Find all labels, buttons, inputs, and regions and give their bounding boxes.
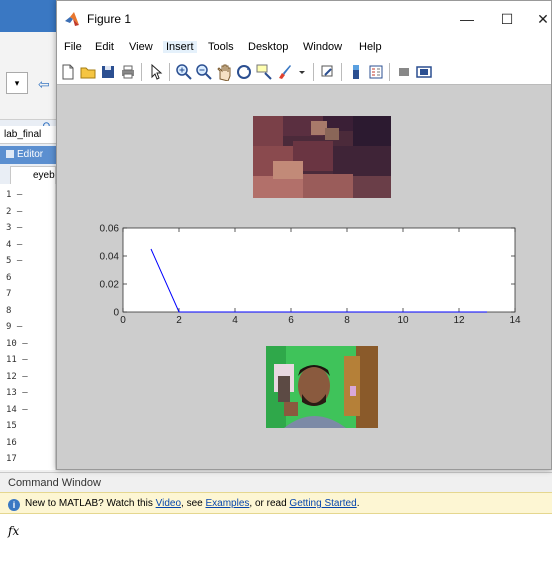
editor-line-number: 12 – (6, 371, 28, 382)
pan-hand-icon[interactable] (215, 63, 233, 81)
show-plot-tools-icon[interactable] (415, 63, 433, 81)
editor-line-gutter: 1 – 2 – 3 – 4 – 5 – 6 7 8 9 – 10 – 11 – 12 – 13 – 14 … (0, 184, 56, 470)
y-tick-label: 0.06 (100, 224, 120, 235)
brush-dropdown-icon[interactable] (293, 63, 311, 81)
toolbar-separator (169, 63, 170, 81)
webcam-image-subplot (266, 346, 378, 428)
editor-line-number: 16 (6, 437, 17, 448)
x-tick-label: 4 (232, 315, 238, 326)
y-tick-label: 0 (113, 308, 119, 319)
menu-help[interactable]: Help (359, 41, 382, 53)
editor-line-number: 7 (6, 289, 12, 299)
menu-edit[interactable]: Edit (95, 41, 114, 53)
open-file-icon[interactable] (79, 63, 97, 81)
data-cursor-icon[interactable] (255, 63, 273, 81)
toolbar-separator (313, 63, 314, 81)
figure-canvas: 0 2 4 6 8 10 12 14 0 0.02 0.04 0.06 (57, 86, 551, 469)
editor-line-number: 2 – (6, 206, 23, 217)
editor-icon (6, 150, 14, 158)
x-tick-label: 8 (344, 315, 350, 326)
menu-file[interactable]: File (64, 41, 82, 53)
toolbar-separator (141, 63, 142, 81)
maximize-button[interactable]: ☐ (495, 7, 519, 31)
fx-prompt-icon[interactable]: fx (8, 524, 19, 538)
editor-file-tab[interactable]: eyeb (10, 166, 56, 184)
editor-line-number: 17 (6, 454, 17, 464)
editor-line-number: 15 (6, 421, 17, 431)
figure-menu-bar: File Edit View Insert Tools Desktop Wind… (57, 37, 551, 59)
menu-tools[interactable]: Tools (208, 41, 234, 53)
banner-text-suffix: . (356, 498, 360, 509)
x-tick-label: 2 (176, 315, 182, 326)
figure-window: Figure 1 — ☐ ✕ File Edit View Insert Too… (56, 0, 552, 470)
getting-started-link[interactable]: Getting Started (289, 498, 356, 509)
command-window-input-area[interactable]: fx (0, 514, 552, 576)
back-arrow-icon[interactable]: ⇦ (38, 76, 50, 93)
line-plot: 0 2 4 6 8 10 12 14 0 0.02 0.04 0.06 (100, 224, 521, 327)
command-window-title: Command Window (0, 472, 552, 492)
toolstrip-dropdown[interactable]: ▾ (6, 72, 28, 94)
x-tick-label: 14 (509, 315, 521, 326)
x-tick-label: 0 (120, 315, 126, 326)
minimize-button[interactable]: — (455, 7, 479, 31)
y-tick-label: 0.04 (100, 252, 120, 263)
info-icon: i (8, 499, 20, 511)
hide-plot-tools-icon[interactable] (395, 63, 413, 81)
close-button[interactable]: ✕ (531, 7, 552, 31)
editor-line-number: 11 – (6, 355, 28, 365)
figure-toolbar (57, 59, 551, 85)
save-icon[interactable] (99, 63, 117, 81)
editor-line-number: 1 – (6, 190, 23, 200)
matlab-toolstrip: ▾ ⇦ ⚲ (0, 32, 56, 134)
print-icon[interactable] (119, 63, 137, 81)
editor-line-number: 8 (6, 305, 12, 316)
menu-insert[interactable]: Insert (163, 41, 197, 53)
matlab-ribbon-tab-strip (0, 0, 56, 32)
current-folder-label: lab_final (0, 126, 56, 144)
menu-window[interactable]: Window (303, 41, 342, 53)
editor-line-number: 10 – (6, 338, 28, 349)
banner-text-mid1: , see (181, 498, 206, 509)
brush-icon[interactable] (275, 63, 293, 81)
editor-line-number: 9 – (6, 322, 23, 332)
editor-line-number: 5 – (6, 256, 23, 266)
editor-line-number: 3 – (6, 223, 23, 233)
x-tick-label: 12 (453, 315, 465, 326)
banner-text-prefix: New to MATLAB? Watch this (25, 498, 156, 509)
menu-view[interactable]: View (129, 41, 153, 53)
link-plot-icon[interactable] (319, 63, 337, 81)
zoom-out-icon[interactable] (195, 63, 213, 81)
screen: ▾ ⇦ ⚲ lab_final Editor eyeb 1 – 2 – 3 – 4 –… (0, 0, 552, 576)
editor-line-number: 14 – (6, 404, 28, 415)
editor-label: Editor (17, 149, 44, 160)
plot-axes-box (122, 227, 516, 313)
editor-line-number: 6 (6, 272, 12, 283)
y-tick-label: 0.02 (100, 280, 120, 291)
new-figure-icon[interactable] (59, 63, 77, 81)
figure-title: Figure 1 (87, 12, 132, 26)
x-tick-label: 10 (397, 315, 409, 326)
zoom-in-icon[interactable] (175, 63, 193, 81)
blurred-image-subplot (253, 116, 391, 198)
rotate-3d-icon[interactable] (235, 63, 253, 81)
matlab-logo-icon (65, 12, 79, 26)
figure-title-bar[interactable]: Figure 1 — ☐ ✕ (57, 1, 551, 37)
examples-link[interactable]: Examples (205, 498, 249, 509)
editor-panel-title: Editor (0, 146, 56, 164)
editor-line-number: 4 – (6, 239, 23, 250)
command-window-banner: i New to MATLAB? Watch this Video, see Ex… (0, 492, 552, 514)
video-link[interactable]: Video (156, 498, 181, 509)
colorbar-icon[interactable] (347, 63, 365, 81)
x-tick-label: 6 (288, 315, 294, 326)
toolbar-separator (341, 63, 342, 81)
banner-text-mid2: , or read (249, 498, 290, 509)
menu-desktop[interactable]: Desktop (248, 41, 288, 53)
legend-icon[interactable] (367, 63, 385, 81)
select-arrow-icon[interactable] (147, 63, 165, 81)
toolbar-separator (389, 63, 390, 81)
editor-line-number: 13 – (6, 388, 28, 398)
